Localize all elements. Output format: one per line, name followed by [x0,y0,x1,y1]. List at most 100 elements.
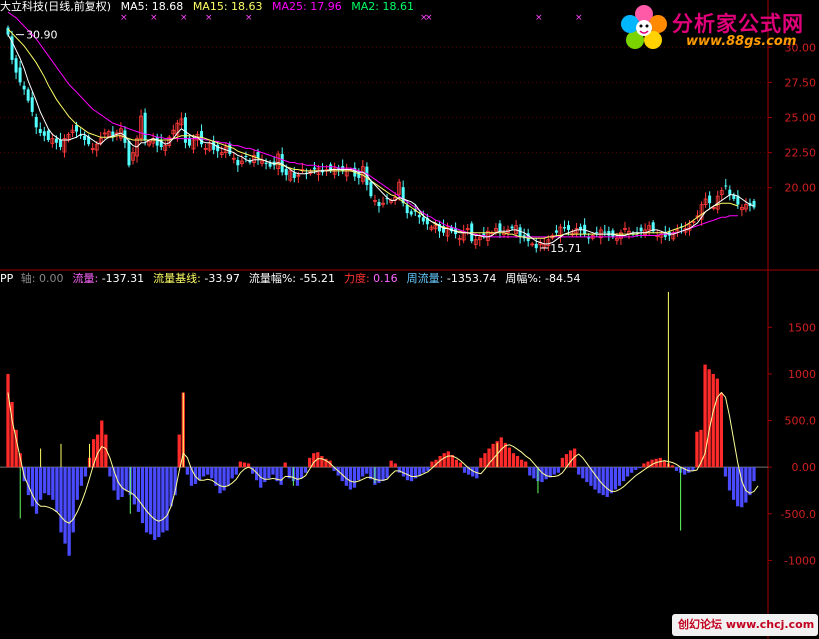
flow-bar [124,467,128,491]
flow-bar [352,467,357,488]
candle-body [83,135,87,140]
flow-bar [177,434,181,468]
candle-body [377,202,381,207]
candle-body [236,159,240,166]
flow-bar [161,467,165,533]
flow-bar [442,453,446,468]
flow-bar [271,467,275,475]
flow-bar [585,467,589,483]
candle-body [54,138,58,143]
flow-bar [723,467,728,477]
flow-tick-label: 500.0 [785,415,817,428]
candle-body [752,200,756,208]
flow-bar [731,467,736,500]
flow-bar [234,467,238,475]
flow-bar [149,467,153,535]
flow-bar [499,437,503,468]
flow-stat-label: 流量基线 [153,272,198,285]
flow-bar [140,467,145,524]
flow-bar [381,467,385,482]
price-header: 大立科技(日线,前复权) MA5: 18.68 MA15: 18.63 MA25… [0,0,420,14]
candle-body [244,156,248,158]
flow-bar [556,467,560,473]
candle-body [22,85,26,90]
flow-bar [51,467,55,500]
signal-mark: × [245,13,253,23]
flow-bar [748,467,752,496]
candle-body [708,195,712,204]
flow-bar [226,467,230,486]
flow-bar [59,467,63,533]
flow-stat-value: -33.97 [204,272,240,285]
flower-logo-icon [621,5,667,49]
flow-bar [520,459,524,468]
flow-bar [617,467,622,486]
flow-bar [230,467,234,479]
candle-body [510,226,514,229]
flow-bar [157,467,161,538]
candle-body [155,136,159,146]
signal-mark: × [120,13,128,23]
flow-bar [528,467,532,476]
candle-body [587,237,591,239]
flow-bar [670,465,675,468]
flow-bar [552,467,556,475]
flow-bar [422,467,426,473]
flow-bar [430,461,434,468]
flow-stat-label: 流量 [72,272,95,285]
flow-bar [385,467,389,479]
flow-bar [356,467,361,481]
candle-body [498,223,502,232]
flow-stat-value: -137.31 [101,272,145,285]
flow-bar [238,461,242,468]
flow-bar [202,467,206,477]
ma25-label: MA25: 17.96 [272,0,342,13]
flow-stat-value: 0.16 [373,272,398,285]
flow-bar [540,467,544,483]
flow-bar [43,467,47,494]
candle-body [26,89,30,101]
flow-bar [279,467,283,485]
flow-bar [511,453,516,468]
flow-bar [662,460,666,468]
flow-bar [63,467,67,544]
candle-body [312,167,316,170]
flow-stat-value: 0.00 [38,272,64,285]
candle-body [46,130,50,140]
flow-bar [458,462,463,468]
flow-bar [409,467,414,482]
flow-bar [568,450,573,468]
flow-bar [454,459,459,468]
candle-body [567,225,571,230]
candle-body [417,214,421,218]
flow-bar [752,467,756,482]
flow-bar [642,463,646,468]
price-tick-label: 20.00 [785,182,817,195]
flow-tick-label: 1500 [788,321,816,334]
flow-bar [593,467,597,490]
watermark-bottom: 创幻论坛 www.chcj.com [672,614,818,636]
flow-bar [83,467,88,477]
flow-bar [515,455,520,468]
flow-bar [727,467,732,491]
flow-bar [348,467,353,490]
flow-bar [491,443,495,468]
signal-mark: × [150,13,158,23]
flow-bar [719,392,724,468]
flow-bar [308,457,312,468]
flow-bar [577,467,581,475]
flow-bar [507,447,512,468]
candle-body [58,139,62,148]
flow-bar [361,467,365,477]
flow-bar [674,467,679,471]
flow-bar [26,467,31,496]
flow-bar [418,467,422,476]
flow-bar [6,373,10,468]
flow-bar [165,467,169,531]
flow-bar [218,467,222,494]
flow-bar [479,457,483,468]
flow-bar [75,467,79,500]
flow-bar [462,467,467,473]
ma15-label: MA15: 18.63 [192,0,263,13]
flow-bar [34,467,39,514]
